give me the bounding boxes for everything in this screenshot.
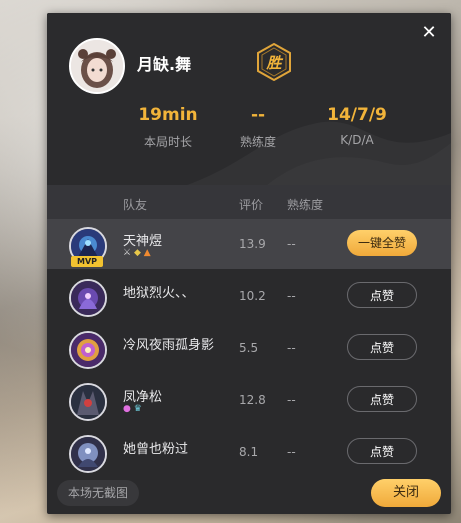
header-teammate: 队友 xyxy=(123,198,148,212)
table-row: MVP 天神煜 ⚔ ◆ ▲ 13.9 -- 一键全赞 xyxy=(47,219,451,269)
header-proficiency: 熟练度 xyxy=(287,198,324,212)
teammate-list: MVP 天神煜 ⚔ ◆ ▲ 13.9 -- 一键全赞 地狱烈火、、 10.2 -… xyxy=(47,219,451,479)
dialog-header: ✕ 月缺.舞 胜 19min 本局时长 -- 熟练度 14/7/9 K/D/A xyxy=(47,13,451,185)
teammate-proficiency: -- xyxy=(287,341,296,355)
skull-icon: ● xyxy=(123,404,131,414)
table-row: 地狱烈火、、 10.2 -- 点赞 xyxy=(47,271,451,321)
header-rating: 评价 xyxy=(239,198,264,212)
stat-kda-value: 14/7/9 xyxy=(327,105,387,125)
no-screenshot-button[interactable]: 本场无截图 xyxy=(57,480,140,506)
flame-icon: ▲ xyxy=(143,248,151,258)
teammate-rating: 8.1 xyxy=(239,445,259,459)
player-name: 月缺.舞 xyxy=(137,55,192,74)
table-row: 冷风夜雨孤身影 5.5 -- 点赞 xyxy=(47,323,451,373)
like-button[interactable]: 点赞 xyxy=(347,386,417,412)
stat-kda-label: K/D/A xyxy=(340,133,374,147)
teammate-rating: 12.8 xyxy=(239,393,266,407)
player-avatar xyxy=(69,38,125,94)
teammate-table-header: 队友 评价 熟练度 xyxy=(47,185,451,219)
header-wave-decoration xyxy=(187,121,451,185)
close-button[interactable]: 关闭 xyxy=(371,479,441,507)
stat-duration: 19min 本局时长 xyxy=(118,105,218,150)
stat-duration-label: 本局时长 xyxy=(143,135,192,149)
like-button[interactable]: 点赞 xyxy=(347,438,417,464)
teammate-proficiency: -- xyxy=(287,445,296,459)
hero-avatar xyxy=(69,279,107,317)
teammate-proficiency: -- xyxy=(287,289,296,303)
hero-avatar xyxy=(69,383,107,421)
teammate-proficiency: -- xyxy=(287,237,296,251)
teammate-name: 她曾也粉过 xyxy=(123,442,189,457)
stat-proficiency-label: 熟练度 xyxy=(239,135,276,149)
teammate-name: 地狱烈火、、 xyxy=(123,286,195,301)
teammate-name: 天神煜 xyxy=(123,234,163,249)
teammate-name: 凤净松 xyxy=(123,390,163,405)
shield-icon: ◆ xyxy=(133,248,141,258)
match-result-dialog: ✕ 月缺.舞 胜 19min 本局时长 -- 熟练度 14/7/9 K/D/A … xyxy=(47,13,451,514)
like-button[interactable]: 点赞 xyxy=(347,334,417,360)
crown-icon: ♛ xyxy=(133,404,142,414)
teammate-proficiency: -- xyxy=(287,393,296,407)
hero-avatar xyxy=(69,435,107,473)
achievement-icons: ● ♛ xyxy=(123,404,142,414)
stat-duration-value: 19min xyxy=(138,105,198,125)
table-row: 她曾也粉过 8.1 -- 点赞 xyxy=(47,427,451,477)
stat-proficiency: -- 熟练度 xyxy=(208,105,308,150)
stat-proficiency-value: -- xyxy=(250,105,266,125)
teammate-rating: 13.9 xyxy=(239,237,266,251)
table-row: 凤净松 ● ♛ 12.8 -- 点赞 xyxy=(47,375,451,425)
sword-icon: ⚔ xyxy=(123,248,132,258)
like-all-button[interactable]: 一键全赞 xyxy=(347,230,417,256)
teammate-name: 冷风夜雨孤身影 xyxy=(123,338,215,353)
victory-badge-label: 胜 xyxy=(266,54,282,72)
teammate-rating: 10.2 xyxy=(239,289,266,303)
mvp-badge: MVP xyxy=(71,256,103,267)
teammate-rating: 5.5 xyxy=(239,341,259,355)
stat-kda: 14/7/9 K/D/A xyxy=(307,105,407,147)
hero-avatar xyxy=(69,331,107,369)
close-icon[interactable]: ✕ xyxy=(419,23,439,43)
achievement-icons: ⚔ ◆ ▲ xyxy=(123,248,151,258)
victory-badge: 胜 xyxy=(257,42,291,82)
like-button[interactable]: 点赞 xyxy=(347,282,417,308)
